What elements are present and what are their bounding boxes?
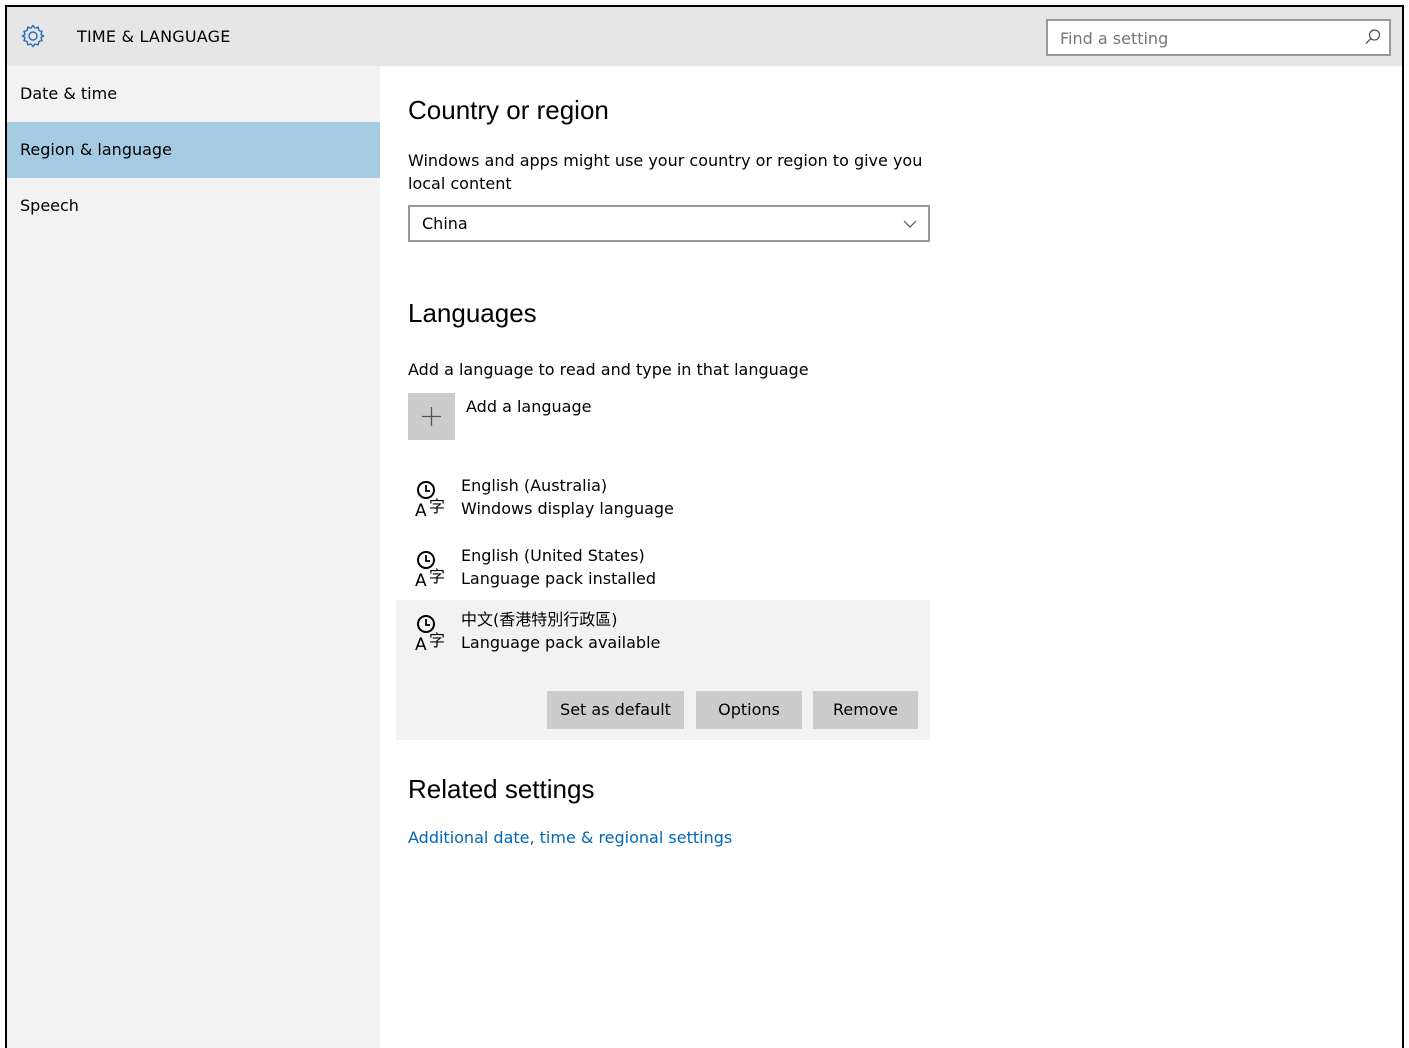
country-heading: Country or region (408, 95, 609, 125)
svg-text:A: A (415, 571, 427, 589)
add-language-button[interactable] (408, 393, 455, 440)
language-status: Language pack installed (461, 569, 657, 588)
sidebar-item-date-time[interactable]: Date & time (7, 66, 380, 122)
sidebar-item-region-language[interactable]: Region & language (7, 122, 380, 178)
languages-description: Add a language to read and type in that … (408, 360, 809, 379)
languages-heading: Languages (408, 298, 537, 328)
related-settings-heading: Related settings (408, 774, 595, 804)
remove-button[interactable]: Remove (813, 691, 918, 729)
svg-text:字: 字 (429, 567, 445, 586)
sidebar-item-label: Date & time (20, 84, 118, 103)
language-status: Windows display language (461, 499, 674, 518)
options-button[interactable]: Options (696, 691, 802, 729)
sidebar-item-label: Speech (20, 196, 79, 215)
language-name: English (Australia) (461, 476, 608, 495)
language-icon: A 字 (415, 481, 445, 519)
country-select-value: China (422, 214, 468, 233)
language-name: English (United States) (461, 546, 645, 565)
country-select[interactable]: China (408, 205, 930, 242)
add-language-label[interactable]: Add a language (466, 397, 591, 416)
plus-icon (422, 407, 441, 426)
set-as-default-button[interactable]: Set as default (547, 691, 684, 729)
page-title: TIME & LANGUAGE (77, 27, 231, 46)
search-input[interactable]: Find a setting (1046, 19, 1391, 56)
sidebar-item-speech[interactable]: Speech (7, 178, 380, 234)
svg-text:A: A (415, 635, 427, 653)
sidebar: Date & time Region & language Speech (7, 66, 380, 1048)
chevron-down-icon (903, 220, 917, 228)
svg-text:A: A (415, 501, 427, 519)
country-description: Windows and apps might use your country … (408, 151, 923, 193)
language-item-english-australia[interactable]: A 字 English (Australia) Windows display … (408, 472, 930, 542)
language-status: Language pack available (461, 633, 661, 652)
svg-text:字: 字 (429, 497, 445, 516)
sidebar-item-label: Region & language (20, 140, 172, 159)
language-icon: A 字 (415, 551, 445, 589)
language-item-chinese-hk[interactable]: A 字 中文(香港特別行政區) Language pack available … (396, 600, 930, 740)
title-bar: TIME & LANGUAGE Find a setting (7, 7, 1402, 66)
additional-settings-link[interactable]: Additional date, time & regional setting… (408, 828, 732, 847)
language-icon: A 字 (415, 615, 445, 653)
search-icon[interactable] (1363, 27, 1383, 47)
gear-icon (21, 24, 45, 48)
svg-text:字: 字 (429, 631, 445, 650)
search-placeholder: Find a setting (1060, 29, 1169, 48)
language-name: 中文(香港特別行政區) (461, 610, 618, 629)
settings-window: TIME & LANGUAGE Find a setting Date & ti… (5, 5, 1404, 1048)
